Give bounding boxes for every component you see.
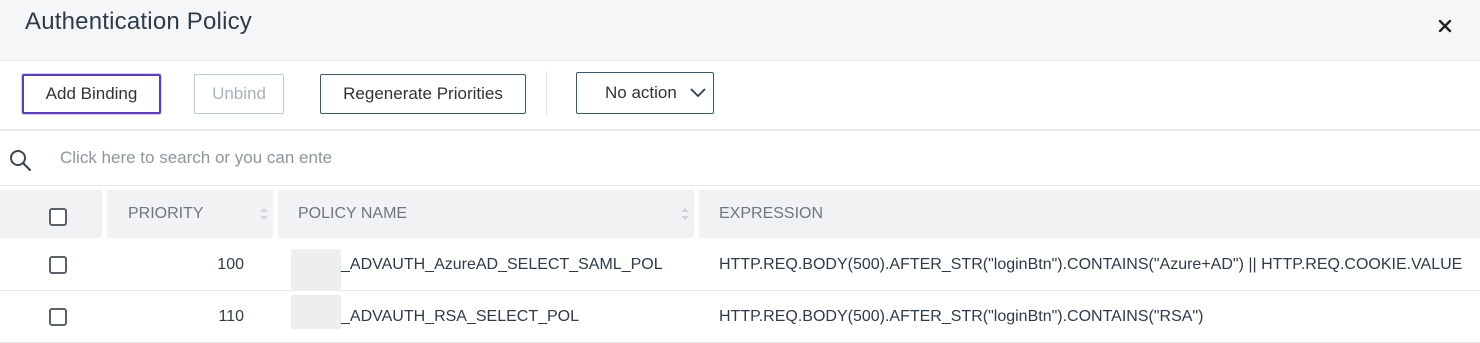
action-select-value: No action [605, 83, 677, 102]
select-all-checkbox[interactable] [49, 208, 67, 226]
dialog-title: Authentication Policy [25, 8, 252, 35]
add-binding-button[interactable]: Add Binding [22, 74, 161, 114]
sort-icon [260, 208, 268, 220]
table-row[interactable]: 100 _ADVAUTH_AzureAD_SELECT_SAML_POL HTT… [0, 239, 1480, 307]
header-expression-label: EXPRESSION [719, 205, 824, 222]
table-row[interactable]: 110 _ADVAUTH_RSA_SELECT_POL HTTP.REQ.BOD… [0, 291, 1480, 343]
sort-icon [681, 208, 689, 220]
header-policy-name[interactable]: POLICY NAME [278, 190, 694, 238]
header-priority[interactable]: PRIORITY [107, 190, 273, 238]
toolbar-divider [546, 71, 547, 115]
row-policy-name[interactable]: _ADVAUTH_AzureAD_SELECT_SAML_POL [341, 239, 663, 290]
row-checkbox[interactable] [49, 256, 67, 274]
regenerate-priorities-button[interactable]: Regenerate Priorities [320, 74, 526, 114]
close-icon [1438, 19, 1452, 33]
dialog-header: Authentication Policy [0, 0, 1480, 61]
close-button[interactable] [1432, 14, 1458, 38]
row-priority: 110 [218, 307, 244, 325]
chevron-down-icon [690, 88, 706, 98]
unbind-button[interactable]: Unbind [194, 74, 284, 114]
header-select-all-cell [0, 190, 102, 238]
search-input[interactable] [60, 144, 355, 172]
action-select[interactable]: No action [576, 72, 714, 114]
row-checkbox[interactable] [49, 308, 67, 326]
header-expression[interactable]: EXPRESSION [699, 190, 1480, 238]
toolbar: Add Binding Unbind Regenerate Priorities… [0, 61, 1480, 131]
row-expression: HTTP.REQ.BODY(500).AFTER_STR("loginBtn")… [719, 307, 1204, 325]
search-icon [10, 150, 32, 172]
row-expression: HTTP.REQ.BODY(500).AFTER_STR("loginBtn")… [719, 255, 1463, 273]
table-header: PRIORITY POLICY NAME EXPRESSION [0, 186, 1480, 238]
row-priority: 100 [217, 255, 244, 273]
header-policy-name-label: POLICY NAME [298, 205, 408, 222]
search-bar [0, 131, 1480, 186]
header-priority-label: PRIORITY [128, 205, 204, 222]
row-policy-name[interactable]: _ADVAUTH_RSA_SELECT_POL [341, 291, 579, 342]
redacted-prefix [291, 295, 341, 329]
